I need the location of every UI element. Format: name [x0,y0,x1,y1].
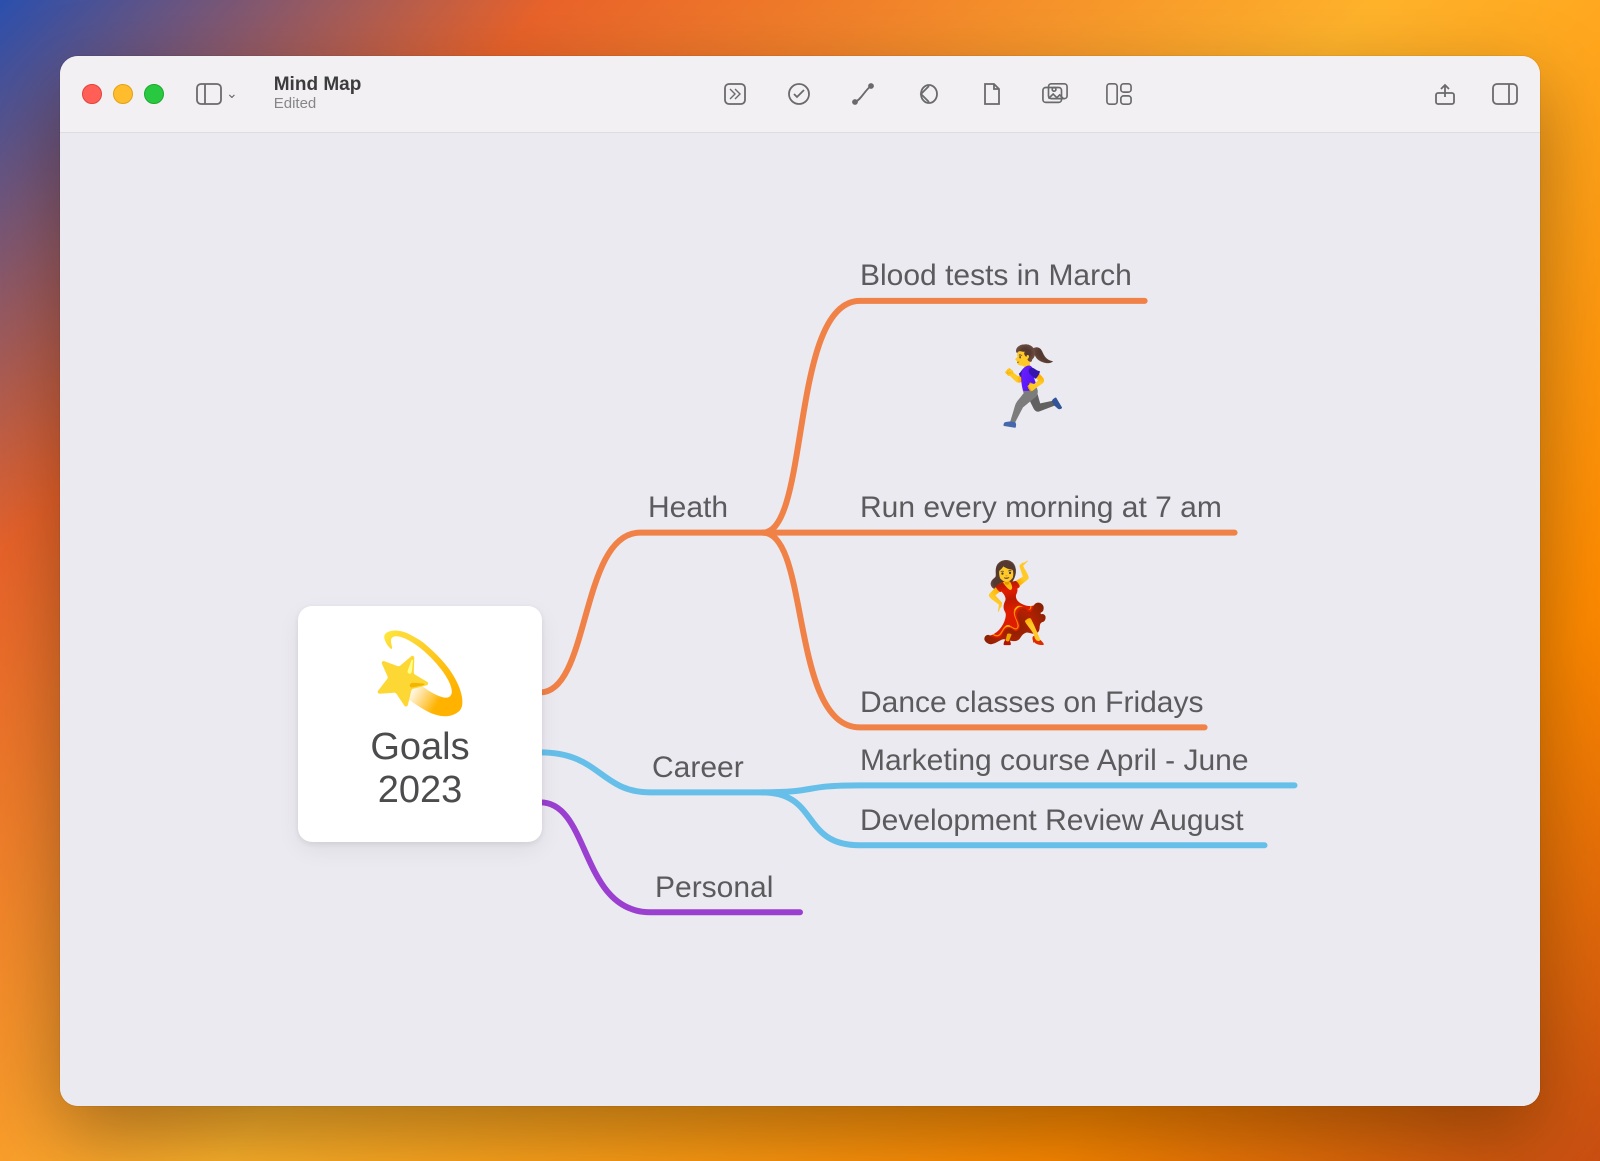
minimize-button[interactable] [113,84,133,104]
sidebar-toggle[interactable]: ⌄ [196,83,238,105]
layout-icon[interactable] [722,81,748,107]
leaf-node[interactable]: Development Review August [860,804,1244,838]
window-controls [82,84,164,104]
media-icon[interactable] [1042,81,1068,107]
connector-icon[interactable] [850,81,876,107]
leaf-node[interactable]: Run every morning at 7 am [860,491,1222,525]
branch-node[interactable]: Career [652,751,744,785]
titlebar: ⌄ Mind Map Edited [60,56,1540,133]
share-icon[interactable] [1432,81,1458,107]
leaf-node[interactable]: Marketing course April - June [860,744,1249,778]
branch-node[interactable]: Heath [648,491,728,525]
star-icon: 💫 [332,634,508,712]
leaf-node[interactable]: Dance classes on Fridays [860,686,1203,720]
branch-node[interactable]: Personal [655,871,773,905]
mindmap-canvas[interactable]: 💫 Goals 2023 Heath Career Personal Blood… [60,133,1540,1106]
checkmark-icon[interactable] [786,81,812,107]
inspector-icon[interactable] [1492,81,1518,107]
zoom-button[interactable] [144,84,164,104]
root-label: Goals 2023 [332,726,508,812]
back-icon[interactable] [914,81,940,107]
root-node[interactable]: 💫 Goals 2023 [298,606,542,842]
note-icon[interactable] [978,81,1004,107]
toolbar [662,81,1132,107]
subtitle-text: Edited [274,96,362,113]
connection-lines [60,133,1540,1106]
dancer-icon: 💃 [965,563,1062,641]
title-text: Mind Map [274,75,362,96]
close-button[interactable] [82,84,102,104]
chevron-down-icon: ⌄ [226,85,238,102]
app-window: ⌄ Mind Map Edited [60,56,1540,1106]
leaf-node[interactable]: Blood tests in March [860,259,1132,293]
template-icon[interactable] [1106,81,1132,107]
runner-icon: 🏃‍♀️ [980,348,1077,426]
document-title: Mind Map Edited [274,75,362,112]
toolbar-right [1432,81,1518,107]
